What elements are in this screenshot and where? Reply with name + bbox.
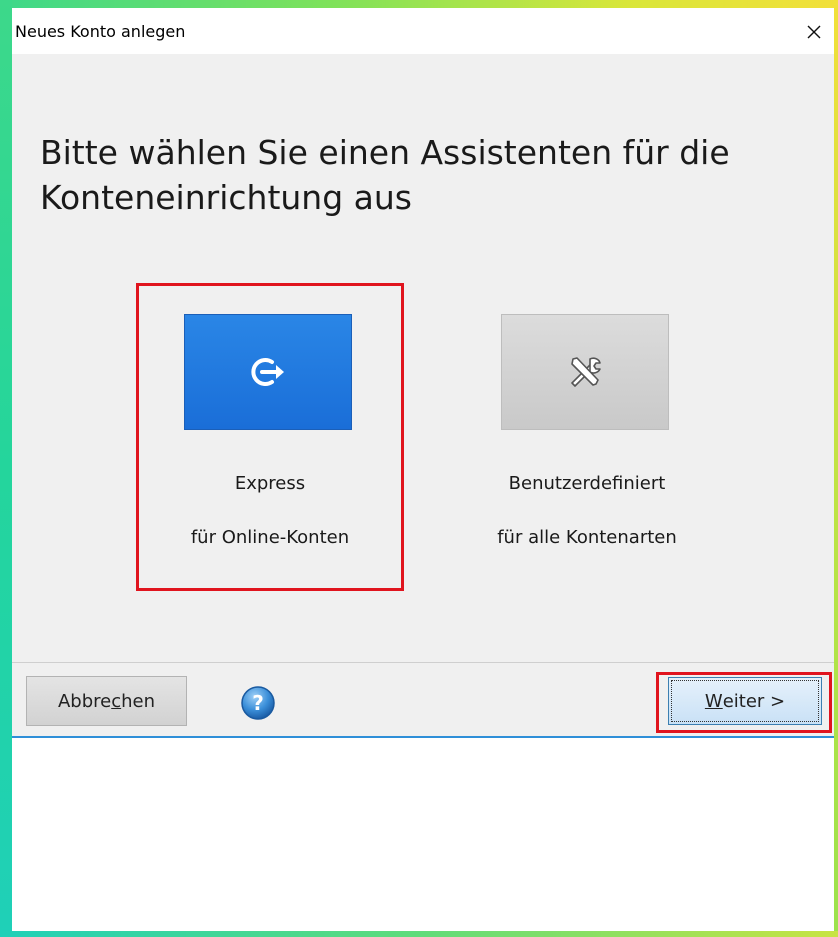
- cancel-button[interactable]: Abbre c hen: [26, 676, 187, 726]
- page-title-line-2: Konteneinrichtung aus: [40, 178, 412, 217]
- frame-right: [834, 0, 838, 937]
- next-label-mnemonic: W: [704, 690, 723, 712]
- frame-bottom: [0, 931, 838, 937]
- cancel-label-part-1: Abbre: [57, 690, 112, 712]
- custom-option-title: Benutzerdefiniert: [508, 473, 666, 494]
- window-title: Neues Konto anlegen: [15, 22, 186, 41]
- express-option-title: Express: [234, 473, 306, 494]
- dialog-footer: Abbre c hen ? Weiter >: [12, 663, 834, 736]
- help-button[interactable]: ?: [240, 685, 276, 721]
- wizard-content: Bitte wählen Sie einen Assistenten für d…: [12, 54, 834, 662]
- custom-option-subtitle: für alle Kontenarten: [497, 527, 677, 548]
- sign-in-arrow-icon: [251, 358, 284, 386]
- next-button[interactable]: Weiter >: [668, 677, 822, 725]
- express-option-subtitle: für Online-Konten: [190, 527, 350, 548]
- frame-top: [0, 0, 838, 8]
- svg-text:?: ?: [252, 691, 264, 715]
- close-icon: [807, 25, 821, 39]
- dialog-window: Neues Konto anlegen Bitte wählen Sie ein…: [12, 8, 834, 931]
- title-bar: Neues Konto anlegen: [12, 8, 834, 54]
- page-title-line-1: Bitte wählen Sie einen Assistenten für d…: [40, 133, 730, 172]
- next-label-part-2: eiter >: [722, 690, 786, 712]
- cancel-label-mnemonic: c: [111, 690, 122, 712]
- express-option-button[interactable]: [184, 314, 352, 430]
- page-title: Bitte wählen Sie einen Assistenten für d…: [40, 130, 800, 220]
- tools-icon: [571, 357, 601, 387]
- frame-left: [0, 0, 12, 937]
- cancel-label-part-2: hen: [121, 690, 156, 712]
- custom-option-button[interactable]: [501, 314, 669, 430]
- help-icon: ?: [241, 686, 275, 720]
- close-button[interactable]: [794, 16, 834, 48]
- footer-accent-line: [12, 736, 834, 738]
